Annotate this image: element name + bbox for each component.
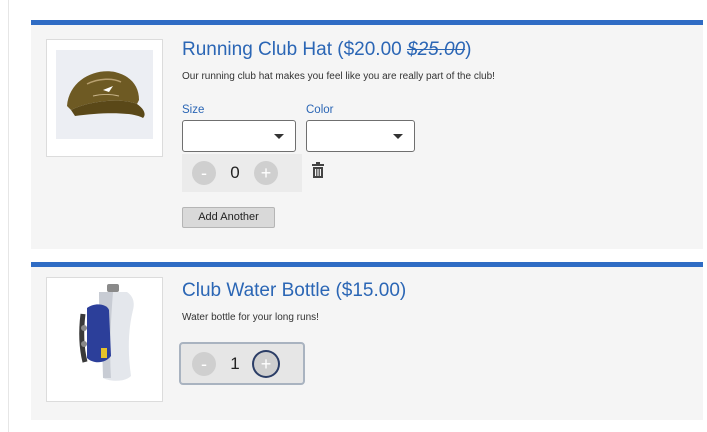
- original-price: $25.00: [407, 39, 466, 60]
- product-description: Water bottle for your long runs!: [182, 312, 319, 323]
- product-title: Club Water Bottle ($15.00): [182, 280, 406, 302]
- trash-icon[interactable]: [312, 162, 324, 178]
- quantity-value: 0: [230, 163, 240, 182]
- quantity-value: 1: [230, 353, 240, 373]
- color-label: Color: [306, 104, 334, 116]
- product-price: ($15.00): [335, 280, 407, 301]
- bottle-thumbnail: [46, 277, 163, 402]
- product-name: Running Club Hat: [182, 39, 332, 60]
- product-card-hat: Running Club Hat ($20.00 $25.00) Our run…: [31, 20, 703, 249]
- decrement-button[interactable]: -: [192, 351, 216, 376]
- add-another-button[interactable]: Add Another: [182, 207, 275, 228]
- decrement-button[interactable]: -: [192, 161, 216, 185]
- size-select[interactable]: [182, 120, 296, 152]
- product-price: ($20.00: [337, 39, 407, 60]
- color-select[interactable]: [306, 120, 415, 152]
- increment-button[interactable]: +: [254, 351, 278, 376]
- page-left-border: [8, 0, 9, 432]
- product-name: Club Water Bottle: [182, 280, 331, 301]
- price-close: ): [465, 39, 472, 60]
- product-title: Running Club Hat ($20.00 $25.00): [182, 39, 471, 61]
- quantity-stepper: - 0 +: [182, 154, 302, 192]
- chevron-down-icon: [274, 134, 284, 139]
- product-description: Our running club hat makes you feel like…: [182, 71, 495, 82]
- hat-image: [56, 50, 153, 139]
- size-label: Size: [182, 104, 205, 116]
- chevron-down-icon: [393, 134, 403, 139]
- bottle-image: [79, 284, 134, 381]
- quantity-stepper: - 1 +: [179, 342, 305, 385]
- hat-thumbnail: [46, 39, 163, 157]
- increment-button[interactable]: +: [254, 161, 278, 185]
- product-card-bottle: Club Water Bottle ($15.00) Water bottle …: [31, 262, 703, 420]
